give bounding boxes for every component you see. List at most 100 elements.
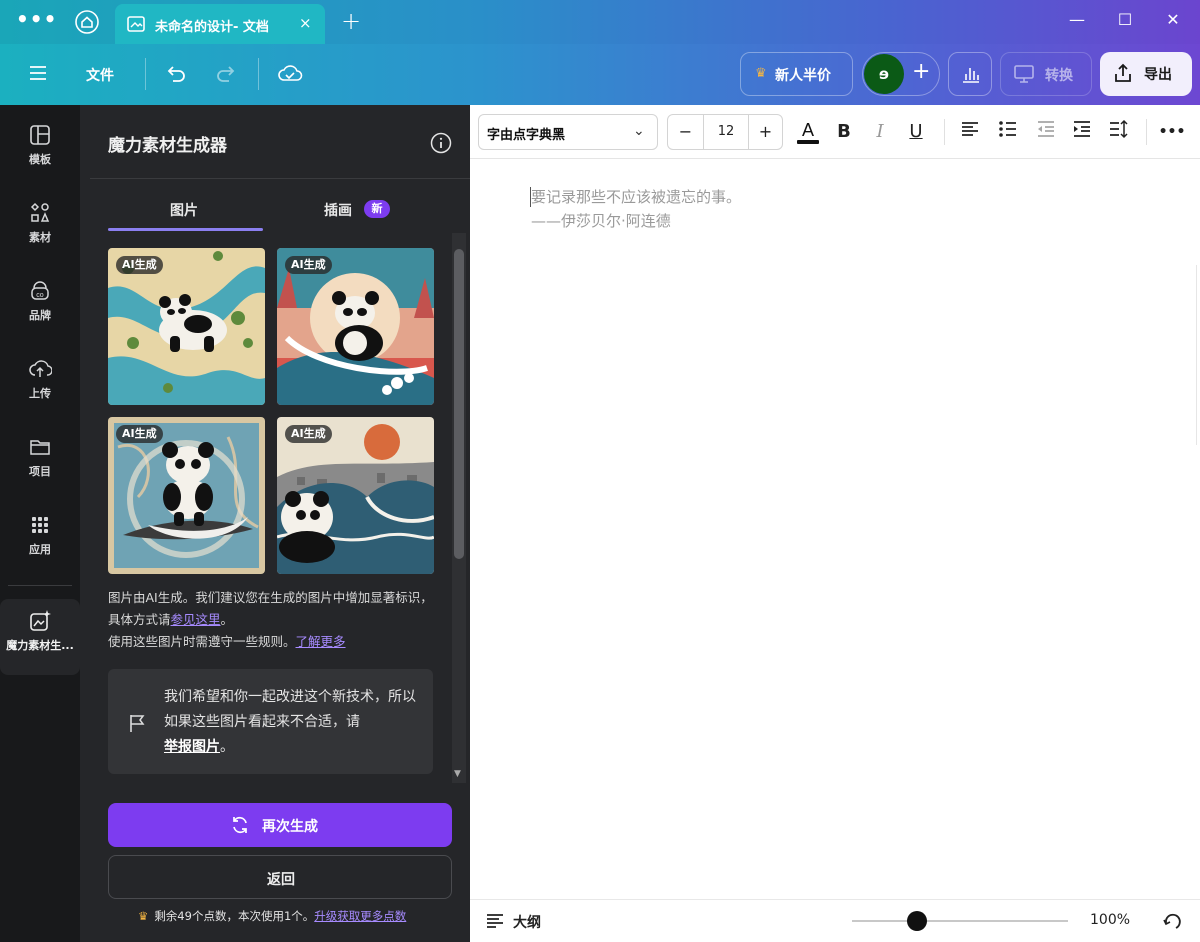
svg-text:A: A bbox=[802, 120, 814, 140]
scroll-down-arrow-icon[interactable]: ▼ bbox=[454, 769, 461, 779]
rail-label: 模板 bbox=[29, 153, 51, 166]
toolbar-divider bbox=[258, 58, 259, 90]
ai-generated-badge: AI生成 bbox=[116, 425, 163, 443]
tab-document[interactable]: 未命名的设计- 文档 × bbox=[115, 4, 325, 44]
outline-icon[interactable] bbox=[486, 913, 504, 929]
cloud-saved-icon[interactable] bbox=[277, 62, 303, 86]
upgrade-link[interactable]: 升级获取更多点数 bbox=[314, 909, 406, 923]
page-edge bbox=[1196, 265, 1200, 445]
redo-icon[interactable] bbox=[214, 62, 238, 86]
toolbar-divider bbox=[145, 58, 146, 90]
rail-item-magic-media[interactable]: 魔力素材生... bbox=[0, 599, 80, 675]
share-upload-icon bbox=[1115, 63, 1131, 82]
rail-label: 应用 bbox=[29, 543, 51, 556]
new-tab-button[interactable]: + bbox=[341, 7, 361, 35]
share-group[interactable]: ɘ + bbox=[862, 52, 940, 96]
outdent-icon bbox=[1038, 121, 1054, 137]
rail-item-apps[interactable]: 应用 bbox=[0, 513, 80, 583]
align-left-button[interactable] bbox=[956, 118, 984, 146]
document-text-line[interactable]: ——伊莎贝尔·阿连德 bbox=[531, 210, 671, 232]
bold-button[interactable]: B bbox=[830, 118, 858, 146]
rail-label: 上传 bbox=[29, 387, 51, 400]
rail-label: 项目 bbox=[29, 465, 51, 478]
disclaimer-text: 图片由AI生成。我们建议您在生成的图片中增加显著标识，具体方式请 bbox=[108, 590, 433, 627]
outdent-button[interactable] bbox=[1032, 118, 1060, 146]
ai-generated-badge: AI生成 bbox=[116, 256, 163, 274]
close-window-icon[interactable]: ✕ bbox=[1158, 10, 1188, 29]
home-icon[interactable] bbox=[74, 9, 100, 35]
underline-button[interactable]: U bbox=[902, 118, 930, 146]
see-here-link[interactable]: 参见这里 bbox=[171, 612, 221, 627]
rail-item-brand[interactable]: co 品牌 bbox=[0, 279, 80, 349]
decrease-font-size-button[interactable]: − bbox=[668, 115, 704, 149]
text-color-button[interactable]: A bbox=[794, 118, 822, 146]
document-canvas[interactable]: 要记录那些不应该被遗忘的事。 ——伊莎贝尔·阿连德 bbox=[470, 159, 1200, 899]
rail-item-elements[interactable]: 素材 bbox=[0, 201, 80, 271]
regenerate-button[interactable]: 再次生成 bbox=[108, 803, 452, 847]
maximize-icon[interactable]: ☐ bbox=[1110, 10, 1140, 29]
generated-image-4[interactable]: AI生成 bbox=[277, 417, 434, 574]
convert-button[interactable]: 转换 bbox=[1000, 52, 1092, 96]
document-text-line[interactable]: 要记录那些不应该被遗忘的事。 bbox=[531, 186, 741, 208]
italic-button[interactable]: I bbox=[866, 118, 894, 146]
rail-divider bbox=[8, 585, 72, 586]
back-label: 返回 bbox=[267, 872, 295, 888]
more-options-icon[interactable]: ••• bbox=[1158, 118, 1186, 146]
active-tab-indicator bbox=[108, 228, 263, 231]
svg-text:co: co bbox=[36, 292, 44, 299]
main-toolbar: 文件 ♛ 新人半价 ɘ + 转换 导出 bbox=[0, 44, 1200, 105]
generated-image-1[interactable]: AI生成 bbox=[108, 248, 265, 405]
zoom-slider[interactable] bbox=[852, 920, 1068, 922]
file-menu[interactable]: 文件 bbox=[86, 65, 114, 85]
format-divider bbox=[1146, 119, 1147, 145]
scrollbar-thumb[interactable] bbox=[454, 249, 464, 559]
magic-media-panel: 魔力素材生成器 图片 插画 新 AI生成 AI生成 AI生成 AI生成 图片由A… bbox=[80, 105, 470, 942]
rail-item-uploads[interactable]: 上传 bbox=[0, 357, 80, 427]
export-button[interactable]: 导出 bbox=[1100, 52, 1192, 96]
tab-images[interactable]: 图片 bbox=[170, 200, 198, 220]
back-button[interactable]: 返回 bbox=[108, 855, 452, 899]
increase-font-size-button[interactable]: + bbox=[748, 115, 782, 149]
report-images-link[interactable]: 举报图片 bbox=[164, 739, 220, 755]
minimize-icon[interactable]: — bbox=[1062, 10, 1092, 29]
font-size-stepper: − 12 + bbox=[667, 114, 783, 150]
hamburger-menu-icon[interactable] bbox=[28, 63, 48, 83]
promo-button[interactable]: ♛ 新人半价 bbox=[740, 52, 853, 96]
present-icon bbox=[1014, 65, 1034, 83]
upload-icon bbox=[29, 360, 52, 377]
format-toolbar: 字由点字典黑 ⌄ − 12 + A B I U ••• bbox=[470, 105, 1200, 159]
credits-info: ♛ 剩余49个点数，本次使用1个。升级获取更多点数 bbox=[138, 908, 406, 924]
indent-button[interactable] bbox=[1068, 118, 1096, 146]
avatar[interactable]: ɘ bbox=[864, 54, 904, 94]
close-tab-icon[interactable]: × bbox=[299, 14, 312, 32]
disclaimer-period: 。 bbox=[220, 612, 234, 627]
info-icon[interactable] bbox=[430, 132, 452, 154]
zoom-level[interactable]: 100% bbox=[1090, 912, 1130, 928]
refresh-icon[interactable] bbox=[1162, 910, 1184, 932]
refresh-icon bbox=[233, 816, 247, 834]
font-family-select[interactable]: 字由点字典黑 ⌄ bbox=[478, 114, 658, 150]
line-spacing-button[interactable] bbox=[1104, 118, 1132, 146]
add-collaborator-icon[interactable]: + bbox=[912, 59, 930, 84]
generated-image-2[interactable]: AI生成 bbox=[277, 248, 434, 405]
font-name: 字由点字典黑 bbox=[487, 128, 566, 143]
panel-divider bbox=[90, 178, 470, 179]
new-badge: 新 bbox=[364, 200, 390, 218]
font-size-input[interactable]: 12 bbox=[704, 115, 748, 149]
zoom-slider-handle[interactable] bbox=[906, 911, 927, 931]
learn-more-link[interactable]: 了解更多 bbox=[296, 634, 346, 649]
flag-icon bbox=[128, 713, 146, 733]
generated-image-3[interactable]: AI生成 bbox=[108, 417, 265, 574]
menu-dots-icon[interactable]: ••• bbox=[16, 9, 56, 34]
outline-button[interactable]: 大纲 bbox=[513, 912, 541, 932]
insights-button[interactable] bbox=[948, 52, 992, 96]
undo-icon[interactable] bbox=[164, 62, 188, 86]
rail-item-templates[interactable]: 模板 bbox=[0, 123, 80, 193]
rail-item-projects[interactable]: 项目 bbox=[0, 435, 80, 505]
bullet-list-button[interactable] bbox=[994, 118, 1022, 146]
feedback-end: 。 bbox=[220, 739, 234, 755]
tab-illustrations[interactable]: 插画 bbox=[324, 200, 352, 220]
document-tab-icon bbox=[127, 16, 145, 32]
ai-generated-badge: AI生成 bbox=[285, 425, 332, 443]
credits-text: 剩余49个点数，本次使用1个。 bbox=[154, 909, 315, 923]
